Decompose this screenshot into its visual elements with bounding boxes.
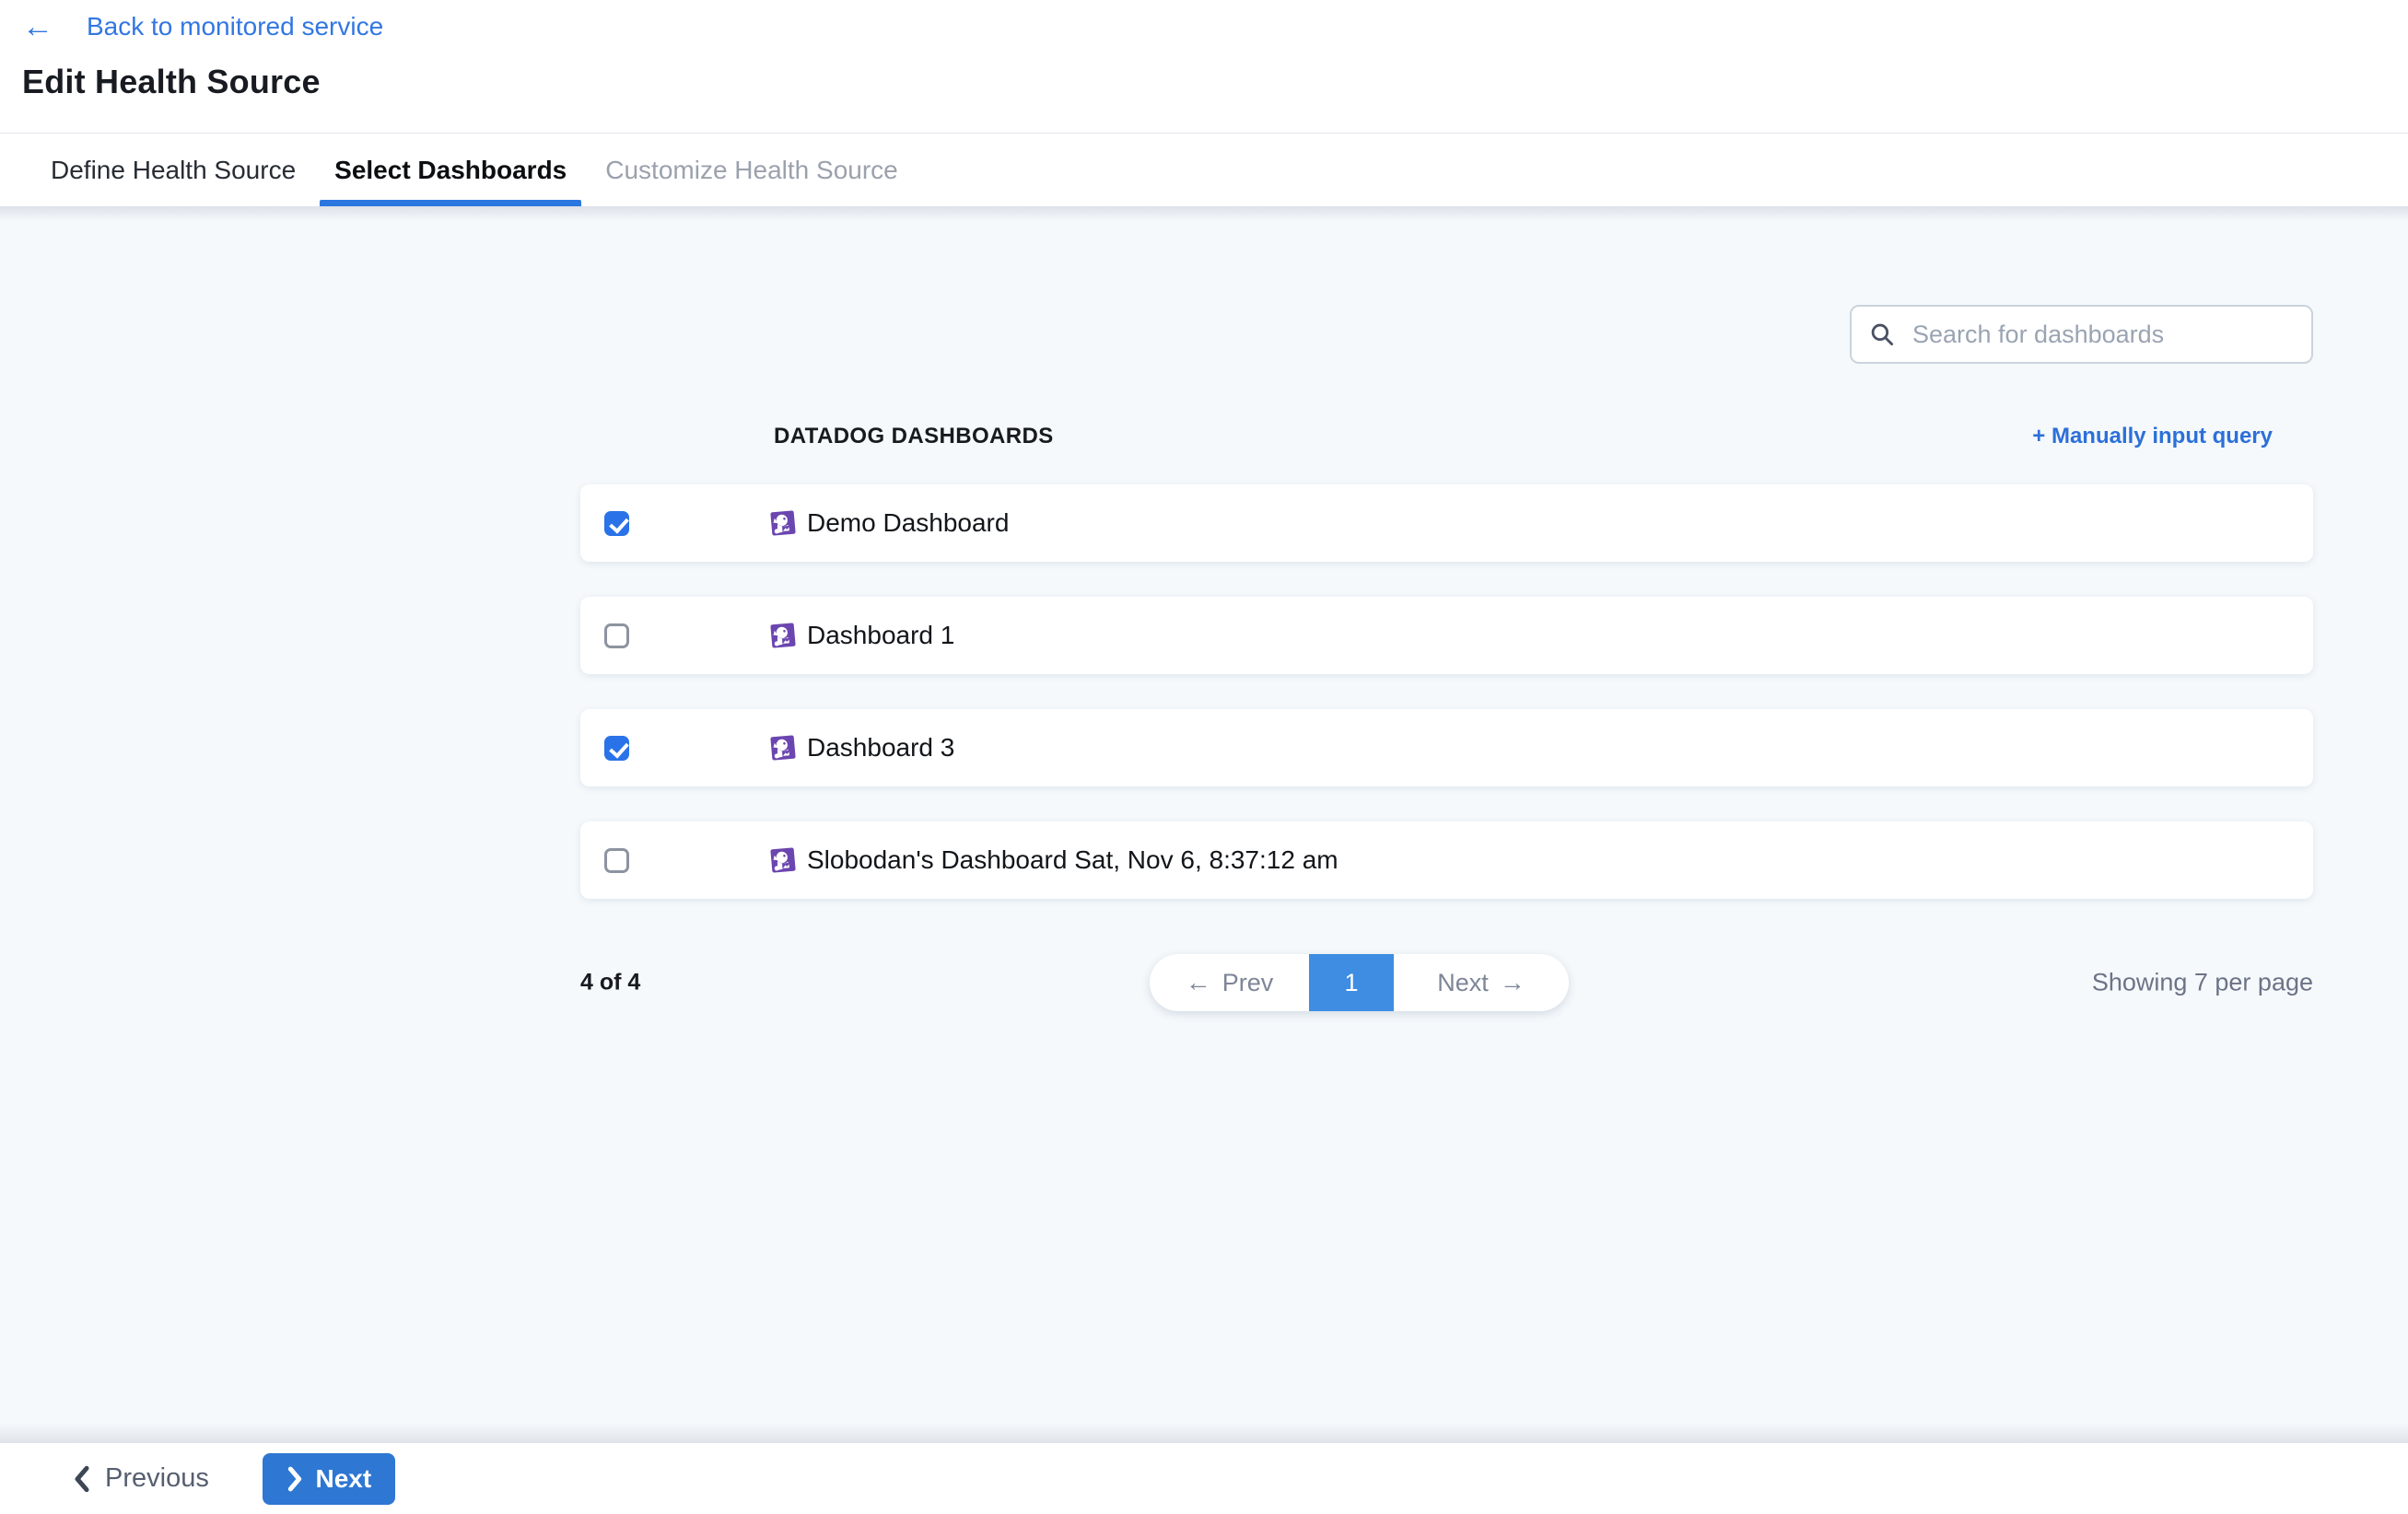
pagination: 4 of 4 ← Prev 1 Next → Showing 7 per pag… [0,954,2408,1011]
dashboard-row[interactable]: Demo Dashboard [580,484,2313,562]
content-area: DATADOG DASHBOARDS + Manually input quer… [0,206,2408,1442]
next-button-label: Next [315,1464,371,1494]
datadog-icon [768,508,798,538]
next-label: Next [1437,969,1489,997]
dashboard-row[interactable]: Dashboard 3 [580,709,2313,786]
row-checkbox[interactable] [604,511,629,536]
wizard-tabbar: Define Health Source Select Dashboards C… [0,133,2408,206]
dashboard-name: Demo Dashboard [807,508,1009,538]
footer-bar: Previous Next [0,1442,2408,1514]
dashboard-row[interactable]: Dashboard 1 [580,597,2313,674]
back-arrow-icon: ← [22,11,53,42]
dashboard-row[interactable]: Slobodan's Dashboard Sat, Nov 6, 8:37:12… [580,821,2313,899]
back-link[interactable]: ← Back to monitored service [22,11,383,42]
datadog-icon [768,733,798,763]
next-page-button[interactable]: Next → [1394,954,1569,1011]
per-page-label: Showing 7 per page [2092,969,2313,997]
dashboard-name: Slobodan's Dashboard Sat, Nov 6, 8:37:12… [807,845,1338,875]
previous-button-label: Previous [105,1463,209,1494]
datadog-icon [768,845,798,875]
page-number-button[interactable]: 1 [1309,954,1394,1011]
previous-button[interactable]: Previous [72,1463,209,1494]
row-checkbox[interactable] [604,623,629,648]
page-header: ← Back to monitored service Edit Health … [0,0,2408,133]
page-title: Edit Health Source [22,63,321,101]
search-icon [1866,319,1898,350]
right-arrow-icon: → [1500,970,1525,996]
search-box [1850,305,2313,364]
datadog-icon [768,621,798,650]
dashboard-list: Demo Dashboard [580,484,2313,899]
tab-select-dashboards[interactable]: Select Dashboards [320,134,581,206]
row-checkbox[interactable] [604,848,629,873]
column-header: DATADOG DASHBOARDS [774,424,1054,449]
edit-health-source-page: ← Back to monitored service Edit Health … [0,0,2408,1514]
chevron-left-icon [72,1465,92,1493]
search-input[interactable] [1911,320,2297,350]
pagination-pill: ← Prev 1 Next → [1150,954,1569,1011]
dashboard-name: Dashboard 1 [807,621,954,650]
item-count: 4 of 4 [580,970,640,996]
prev-label: Prev [1222,969,1274,997]
tab-define-health-source[interactable]: Define Health Source [36,134,310,206]
tab-customize-health-source[interactable]: Customize Health Source [590,134,912,206]
prev-page-button[interactable]: ← Prev [1150,954,1309,1011]
row-checkbox[interactable] [604,736,629,761]
next-button[interactable]: Next [263,1453,395,1505]
left-arrow-icon: ← [1186,970,1211,996]
dashboard-name: Dashboard 3 [807,733,954,763]
list-header: DATADOG DASHBOARDS + Manually input quer… [580,416,2313,457]
chevron-right-icon [286,1466,304,1492]
manually-input-query-link[interactable]: + Manually input query [2032,424,2273,449]
back-link-label: Back to monitored service [87,12,383,41]
